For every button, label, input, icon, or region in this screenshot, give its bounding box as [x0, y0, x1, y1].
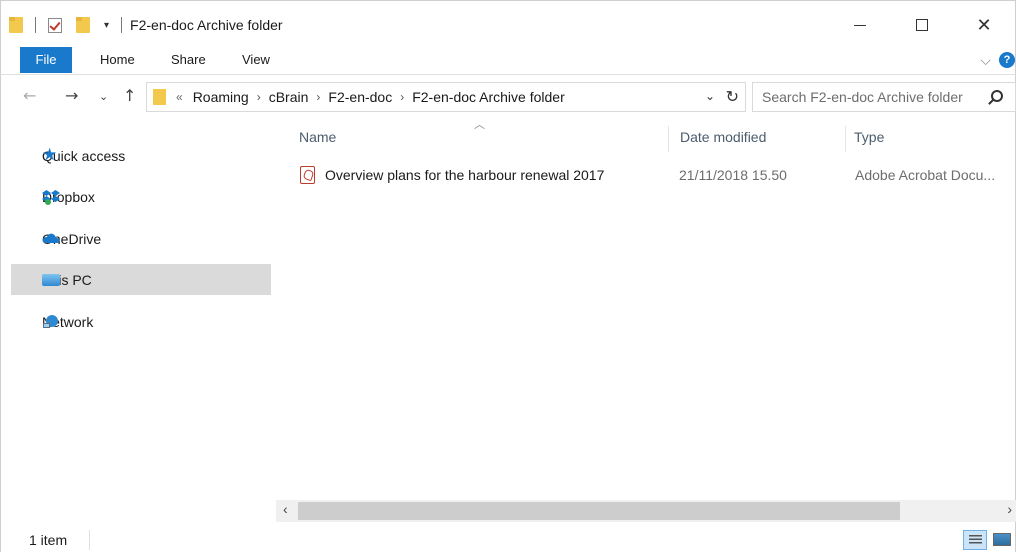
scroll-left-icon[interactable]: ‹: [283, 501, 288, 517]
up-button[interactable]: ↑: [123, 86, 136, 105]
help-icon[interactable]: ?: [999, 52, 1015, 68]
details-view-icon[interactable]: [963, 530, 987, 550]
column-header-type[interactable]: Type: [854, 126, 1014, 152]
customize-toolbar-dropdown-icon[interactable]: ▾: [104, 20, 109, 31]
refresh-icon[interactable]: ↻: [726, 87, 739, 106]
item-count: 1 item: [29, 532, 68, 548]
tab-file[interactable]: File: [20, 47, 72, 73]
breadcrumb-separator-icon[interactable]: ›: [400, 90, 404, 104]
scrollbar-thumb[interactable]: [298, 502, 900, 520]
window-title: F2-en-doc Archive folder: [130, 17, 283, 33]
expand-ribbon-icon[interactable]: ⌵: [980, 52, 991, 69]
file-date-modified: 21/11/2018 15.50: [679, 167, 787, 183]
search-icon[interactable]: [991, 90, 1003, 102]
dropbox-icon: [42, 189, 60, 205]
sidebar-item-network[interactable]: Network: [11, 306, 271, 337]
star-icon: ★: [42, 145, 58, 165]
new-folder-icon[interactable]: [76, 17, 90, 33]
minimize-button[interactable]: [829, 5, 891, 45]
sidebar-item-onedrive[interactable]: OneDrive: [11, 223, 271, 254]
title-bar: ▾ F2-en-doc Archive folder ✕: [0, 0, 1016, 44]
column-header-name[interactable]: Name: [299, 126, 669, 152]
ribbon-tab-bar: File Home Share View ⌵ ?: [0, 44, 1016, 74]
forward-button[interactable]: →: [65, 86, 78, 105]
sidebar-item-quick-access[interactable]: ★ Quick access: [11, 140, 271, 171]
file-list: ︿ Name Date modified Type Overview plans…: [276, 118, 1016, 528]
file-name[interactable]: Overview plans for the harbour renewal 2…: [325, 167, 604, 183]
back-button[interactable]: ←: [23, 86, 36, 105]
status-bar: 1 item: [0, 528, 1016, 552]
maximize-button[interactable]: [891, 5, 953, 45]
address-row: ← → ⌄ ↑ « Roaming › cBrain › F2-en-doc ›…: [0, 74, 1016, 118]
divider: [35, 17, 36, 33]
recent-locations-chevron-icon[interactable]: ⌄: [99, 90, 108, 103]
folder-icon: [153, 89, 166, 105]
tab-share[interactable]: Share: [171, 48, 206, 72]
column-header-date-modified[interactable]: Date modified: [680, 126, 846, 152]
network-icon: [42, 314, 60, 329]
pdf-file-icon: [300, 166, 315, 184]
close-button[interactable]: ✕: [953, 5, 1015, 45]
divider: [89, 530, 90, 550]
breadcrumb-archive-folder[interactable]: F2-en-doc Archive folder: [412, 89, 565, 105]
breadcrumb-overflow-button[interactable]: «: [176, 90, 183, 104]
divider: [121, 17, 123, 33]
breadcrumb-roaming[interactable]: Roaming: [193, 89, 249, 105]
breadcrumb-separator-icon[interactable]: ›: [316, 90, 320, 104]
breadcrumb-f2-en-doc[interactable]: F2-en-doc: [328, 89, 392, 105]
close-icon: ✕: [976, 14, 992, 36]
sidebar-item-this-pc[interactable]: This PC: [11, 264, 271, 295]
file-type: Adobe Acrobat Docu...: [855, 167, 996, 183]
maximize-icon: [916, 19, 928, 31]
search-box: [752, 82, 1016, 112]
breadcrumb-cbrain[interactable]: cBrain: [269, 89, 309, 105]
computer-icon: [42, 274, 60, 286]
navigation-pane: ★ Quick access Dropbox OneDrive This PC …: [0, 118, 276, 528]
scroll-right-icon[interactable]: ›: [1007, 501, 1012, 517]
folder-icon[interactable]: [9, 17, 23, 33]
horizontal-scrollbar[interactable]: ‹ ›: [276, 500, 1016, 522]
table-row[interactable]: Overview plans for the harbour renewal 2…: [290, 162, 1016, 189]
window-controls: ✕: [829, 5, 1015, 45]
sidebar-item-dropbox[interactable]: Dropbox: [11, 181, 271, 212]
properties-checkmark-icon[interactable]: [48, 17, 62, 33]
onedrive-icon: [42, 231, 60, 246]
large-icons-view-icon[interactable]: [993, 533, 1011, 546]
address-bar[interactable]: « Roaming › cBrain › F2-en-doc › F2-en-d…: [146, 82, 746, 112]
address-dropdown-icon[interactable]: ⌄: [705, 89, 715, 103]
search-input[interactable]: [762, 89, 984, 105]
breadcrumb-separator-icon[interactable]: ›: [257, 90, 261, 104]
minimize-icon: [854, 24, 866, 26]
tab-view[interactable]: View: [242, 48, 270, 72]
quick-access-toolbar: ▾ F2-en-doc Archive folder: [9, 15, 283, 35]
tab-home[interactable]: Home: [100, 48, 135, 72]
